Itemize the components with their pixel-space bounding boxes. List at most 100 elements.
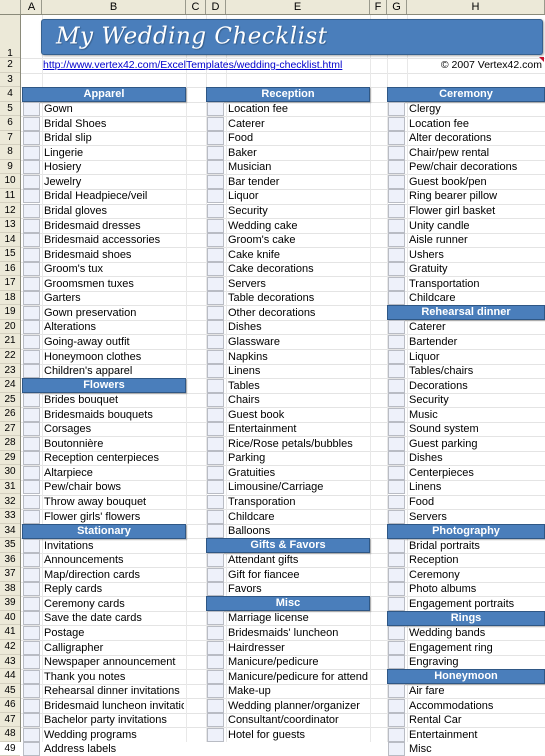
checkbox-cell[interactable] (388, 335, 405, 349)
checkbox-cell[interactable] (23, 219, 40, 233)
list-item[interactable]: Guest parking (409, 437, 543, 451)
checkbox-cell[interactable] (23, 611, 40, 625)
checkbox-cell[interactable] (207, 204, 224, 218)
checkbox-cell[interactable] (388, 291, 405, 305)
row-header-10[interactable]: 10 (0, 174, 20, 189)
list-item[interactable]: Wedding planner/organizer (228, 699, 368, 713)
row-header-25[interactable]: 25 (0, 393, 20, 408)
checkbox-cell[interactable] (207, 160, 224, 174)
list-item[interactable]: Food (409, 495, 543, 509)
row-header-40[interactable]: 40 (0, 611, 20, 626)
list-item[interactable]: Location fee (228, 102, 368, 116)
list-item[interactable]: Rehearsal dinner invitations (44, 684, 184, 698)
checkbox-cell[interactable] (23, 728, 40, 742)
list-item[interactable]: Children's apparel (44, 364, 184, 378)
list-item[interactable]: Rice/Rose petals/bubbles (228, 437, 368, 451)
checkbox-cell[interactable] (23, 597, 40, 611)
checkbox-cell[interactable] (23, 451, 40, 465)
checkbox-cell[interactable] (207, 655, 224, 669)
list-item[interactable]: Bridesmaids' luncheon (228, 626, 368, 640)
list-item[interactable]: Alterations (44, 320, 184, 334)
checkbox-cell[interactable] (207, 248, 224, 262)
checkbox-cell[interactable] (23, 262, 40, 276)
checkbox-cell[interactable] (388, 597, 405, 611)
list-item[interactable]: Hosiery (44, 160, 184, 174)
checkbox-cell[interactable] (388, 466, 405, 480)
checkbox-cell[interactable] (23, 582, 40, 596)
list-item[interactable]: Dishes (409, 451, 543, 465)
list-item[interactable]: Gown (44, 102, 184, 116)
column-header-h[interactable]: H (407, 0, 545, 14)
checkbox-cell[interactable] (388, 102, 405, 116)
checkbox-cell[interactable] (388, 189, 405, 203)
list-item[interactable]: Tables (228, 379, 368, 393)
list-item[interactable]: Centerpieces (409, 466, 543, 480)
list-item[interactable]: Tables/chairs (409, 364, 543, 378)
list-item[interactable]: Decorations (409, 379, 543, 393)
list-item[interactable]: Wedding programs (44, 728, 184, 742)
checkbox-cell[interactable] (388, 742, 405, 756)
checkbox-cell[interactable] (207, 437, 224, 451)
list-item[interactable]: Other decorations (228, 306, 368, 320)
list-item[interactable]: Sound system (409, 422, 543, 436)
list-item[interactable]: Misc (409, 742, 543, 756)
row-header-3[interactable]: 3 (0, 73, 20, 88)
row-header-4[interactable]: 4 (0, 87, 20, 102)
checkbox-cell[interactable] (23, 408, 40, 422)
list-item[interactable]: Thank you notes (44, 670, 184, 684)
list-item[interactable]: Bartender (409, 335, 543, 349)
row-header-27[interactable]: 27 (0, 422, 20, 437)
list-item[interactable]: Glassware (228, 335, 368, 349)
checkbox-cell[interactable] (388, 495, 405, 509)
row-header-24[interactable]: 24 (0, 378, 20, 393)
list-item[interactable]: Invitations (44, 539, 184, 553)
row-header-37[interactable]: 37 (0, 567, 20, 582)
checkbox-cell[interactable] (207, 320, 224, 334)
row-header-47[interactable]: 47 (0, 713, 20, 728)
list-item[interactable]: Caterer (228, 117, 368, 131)
checkbox-cell[interactable] (388, 655, 405, 669)
checkbox-cell[interactable] (388, 699, 405, 713)
checkbox-cell[interactable] (207, 641, 224, 655)
list-item[interactable]: Baker (228, 146, 368, 160)
list-item[interactable]: Corsages (44, 422, 184, 436)
list-item[interactable]: Liquor (228, 189, 368, 203)
list-item[interactable]: Bridal Headpiece/veil (44, 189, 184, 203)
row-header-39[interactable]: 39 (0, 596, 20, 611)
checkbox-cell[interactable] (23, 480, 40, 494)
list-item[interactable]: Postage (44, 626, 184, 640)
list-item[interactable]: Bridal gloves (44, 204, 184, 218)
list-item[interactable]: Servers (228, 277, 368, 291)
list-item[interactable]: Cake decorations (228, 262, 368, 276)
list-item[interactable]: Groom's tux (44, 262, 184, 276)
row-header-26[interactable]: 26 (0, 407, 20, 422)
checkbox-cell[interactable] (207, 262, 224, 276)
row-header-2[interactable]: 2 (0, 58, 20, 73)
checkbox-cell[interactable] (23, 699, 40, 713)
checkbox-cell[interactable] (23, 204, 40, 218)
list-item[interactable]: Guest book/pen (409, 175, 543, 189)
checkbox-cell[interactable] (23, 655, 40, 669)
list-item[interactable]: Bridesmaid luncheon invitations (44, 699, 184, 713)
list-item[interactable]: Save the date cards (44, 611, 184, 625)
list-item[interactable]: Bridesmaid dresses (44, 219, 184, 233)
row-header-43[interactable]: 43 (0, 655, 20, 670)
checkbox-cell[interactable] (388, 117, 405, 131)
row-header-19[interactable]: 19 (0, 305, 20, 320)
checkbox-cell[interactable] (207, 175, 224, 189)
row-header-36[interactable]: 36 (0, 553, 20, 568)
row-header-13[interactable]: 13 (0, 218, 20, 233)
checkbox-cell[interactable] (388, 480, 405, 494)
list-item[interactable]: Brides bouquet (44, 393, 184, 407)
list-item[interactable]: Security (409, 393, 543, 407)
checkbox-cell[interactable] (23, 160, 40, 174)
list-item[interactable]: Cake knife (228, 248, 368, 262)
checkbox-cell[interactable] (207, 393, 224, 407)
list-item[interactable]: Dishes (228, 320, 368, 334)
row-header-5[interactable]: 5 (0, 102, 20, 117)
checkbox-cell[interactable] (388, 204, 405, 218)
list-item[interactable]: Calligrapher (44, 641, 184, 655)
list-item[interactable]: Bridesmaids bouquets (44, 408, 184, 422)
row-header-29[interactable]: 29 (0, 451, 20, 466)
row-header-31[interactable]: 31 (0, 480, 20, 495)
